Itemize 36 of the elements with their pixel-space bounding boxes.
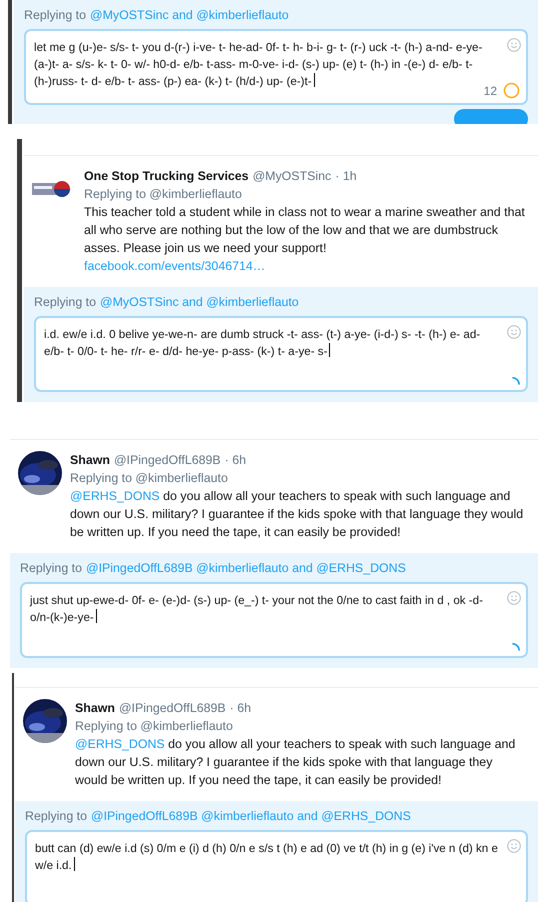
- tweet-time[interactable]: · 1h: [335, 167, 357, 185]
- author-handle[interactable]: @MyOSTSinc: [252, 167, 332, 185]
- reply-field[interactable]: let me g (u-)e- s/s- t- you d-(r-) i-ve- t- he-ad- 0f- t- h- b-i- g- t- (r-) uck -t- (h-) a-nd- e-ye- (a-)t- a- s/s- k- t- 0- w/- h0-d- e/b- t-ass- m-0-ve- i-d- (s-) up- (e) t- (h-) in -(e-) d- e/b- t- (h-)russ- t- d- e/b- t- ass- (p-) ea- (k-) t- (h/d-) up- (e-)t- 12: [24, 29, 528, 105]
- reply-mentions[interactable]: @IPingedOffL689B @kimberlieflauto and @ERHS_DONS: [91, 809, 411, 823]
- emoji-icon[interactable]: [507, 591, 521, 605]
- replying-to-text: Replying to @kimberlieflauto: [84, 186, 243, 203]
- reply-field[interactable]: just shut up-ewe-d- 0f- e- (e-)d- (s-) up- (e_-) t- your not the 0/ne to cast faith in d , ok -d-o/n-(k-)e-ye-: [20, 582, 528, 658]
- reply-button[interactable]: [454, 109, 528, 124]
- replying-label: Replying to: [34, 295, 96, 309]
- tweet-text: @ERHS_DONS do you allow all your teachers to speak with such language and down our U.S. military? I guarantee if the kids spoke with that language they would be written up. If you need the tape, it can easily be provided!: [75, 736, 516, 789]
- character-count: 12: [484, 84, 497, 98]
- author-name[interactable]: One Stop Trucking Services: [84, 167, 249, 185]
- replying-label: Replying to: [25, 809, 87, 823]
- reply-mentions[interactable]: @MyOSTSinc and @kimberlieflauto: [100, 295, 299, 309]
- replying-to-text: Replying to @kimberlieflauto: [75, 718, 234, 735]
- author-handle[interactable]: @IPingedOffL689B: [114, 451, 221, 469]
- emoji-icon[interactable]: [507, 839, 521, 853]
- emoji-icon[interactable]: [507, 38, 521, 52]
- tweet-text: This teacher told a student while in class not to wear a marine sweather and that all who serve are nothing but the low of the low and that we are dumbstruck asses. Please join us we need your support!: [84, 204, 526, 257]
- reply-field[interactable]: butt can (d) ew/e i.d (s) 0/m e (i) d (h) 0/n e s/s t (h) e ad (0) ve t/t (h) in g (e) i've n (d) kn e w/e i.d.: [25, 830, 528, 902]
- author-name[interactable]: Shawn: [75, 699, 115, 717]
- mention-link[interactable]: @ERHS_DONS: [75, 737, 165, 751]
- reply-mentions[interactable]: @MyOSTSinc and @kimberlieflauto: [90, 8, 289, 22]
- author-handle[interactable]: @IPingedOffL689B: [118, 699, 226, 717]
- author-name[interactable]: Shawn: [70, 451, 110, 469]
- tweet-text: @ERHS_DONS do you allow all your teachers to speak with such language and down our U.S. military? I guarantee if the kids spoke with that language they would be written up. If you need the tape, it can easily be provided!: [70, 488, 524, 541]
- tweet-time[interactable]: · 6h: [230, 699, 252, 717]
- tweet-time[interactable]: · 6h: [224, 451, 246, 469]
- reply-field[interactable]: i.d. ew/e i.d. 0 belive ye-we-n- are dumb struck -t- ass- (t-) a-ye- (i-d-) s- -t- (h-) e- ad- e/b- t- 0/0- t- he- r/r- e- d/d- he-ye- p-ass- (k-) t- a-ye- s-: [34, 316, 528, 392]
- replying-label: Replying to: [20, 561, 82, 575]
- reply-mentions[interactable]: @IPingedOffL689B @kimberlieflauto and @ERHS_DONS: [86, 561, 406, 575]
- event-link[interactable]: facebook.com/events/3046714…: [84, 257, 528, 275]
- replying-label: Replying to: [24, 8, 86, 22]
- replying-to-text: Replying to @kimberlieflauto: [70, 470, 229, 487]
- mention-link[interactable]: @ERHS_DONS: [70, 489, 160, 503]
- emoji-icon[interactable]: [507, 325, 521, 339]
